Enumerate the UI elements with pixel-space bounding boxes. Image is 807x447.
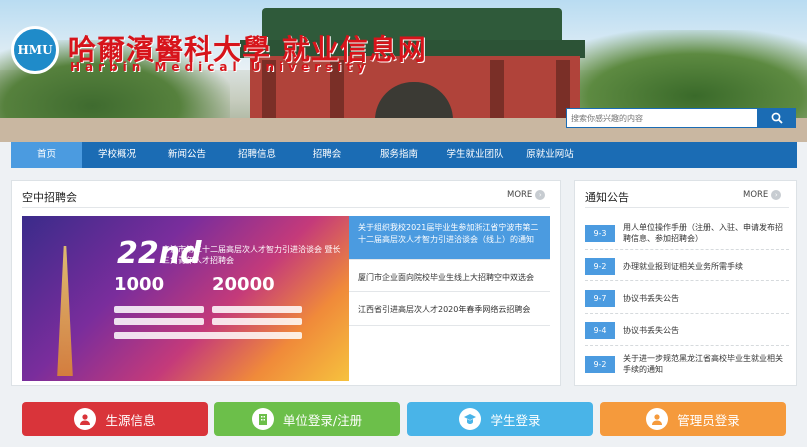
search-button[interactable] [758, 108, 796, 128]
notice-text: 协议书丢失公告 [623, 294, 679, 303]
list-item[interactable]: 江西省引进高层次人才2020年春季网络云招聘会 [349, 292, 550, 326]
divider [585, 345, 789, 346]
job-fair-list: 关于组织我校2021届毕业生参加浙江省宁波市第二十二届高层次人才智力引进洽谈会（… [349, 216, 550, 326]
poster-banner-strip [114, 318, 204, 325]
notice-text: 用人单位操作手册（注册、入驻、申请发布招聘信息、参加招聘会） [623, 223, 783, 243]
more-label: MORE [507, 190, 533, 200]
notice-item[interactable]: 9-3 用人单位操作手册（注册、入驻、申请发布招聘信息、参加招聘会） [585, 222, 789, 244]
list-item[interactable]: 关于组织我校2021届毕业生参加浙江省宁波市第二十二届高层次人才智力引进洽谈会（… [349, 216, 550, 260]
chevron-right-icon: › [535, 190, 546, 200]
job-fair-poster[interactable]: 22nd 宁波市第二十二届高层次人才智力引进洽谈会 暨长三角青年人才招聘会 10… [22, 216, 349, 381]
notice-item[interactable]: 9-2 关于进一步规范黑龙江省高校毕业生就业相关手续的通知 [585, 353, 789, 375]
site-title-en: Harbin Medical University [70, 60, 370, 74]
student-login-button[interactable]: 学生登录 [407, 402, 593, 436]
divider [585, 249, 789, 250]
job-fair-more-link[interactable]: MORE › [507, 190, 546, 200]
admin-login-button[interactable]: 管理员登录 [600, 402, 786, 436]
notice-date: 9-3 [585, 224, 615, 242]
list-item[interactable]: 厦门市企业面向院校毕业生线上大招聘空中双选会 [349, 260, 550, 292]
notice-more-link[interactable]: MORE › [743, 190, 782, 200]
nav-item-team[interactable]: 学生就业团队 [436, 142, 514, 168]
graduate-icon [459, 408, 482, 430]
button-label: 单位登录/注册 [282, 412, 363, 428]
nav-item-old-site[interactable]: 原就业网站 [514, 142, 586, 168]
notice-date: 9-2 [585, 355, 615, 373]
poster-banner-strip [114, 332, 302, 339]
nav-item-service-guide[interactable]: 服务指南 [362, 142, 436, 168]
poster-stat-1: 1000 [114, 274, 165, 295]
notice-date: 9-2 [585, 258, 615, 275]
button-label: 管理员登录 [677, 412, 740, 428]
logo-text: HMU [17, 43, 53, 57]
divider [585, 280, 789, 281]
notice-date: 9-4 [585, 322, 615, 339]
notice-text: 协议书丢失公告 [623, 326, 679, 335]
search-icon [771, 112, 783, 124]
poster-banner-strip [212, 306, 302, 313]
poster-banner-strip [212, 318, 302, 325]
user-icon [74, 408, 97, 430]
button-label: 生源信息 [105, 412, 156, 428]
divider [585, 313, 789, 314]
nav-item-home[interactable]: 首页 [11, 142, 82, 168]
nav-item-news[interactable]: 新闻公告 [152, 142, 222, 168]
search-bar [566, 108, 796, 128]
more-label: MORE [743, 190, 769, 200]
source-info-button[interactable]: 生源信息 [22, 402, 208, 436]
notice-item[interactable]: 9-7 协议书丢失公告 [585, 290, 789, 307]
employer-login-button[interactable]: 单位登录/注册 [214, 402, 400, 436]
search-input[interactable] [566, 108, 758, 128]
divider [585, 207, 789, 208]
poster-tower-graphic [57, 246, 73, 376]
poster-subtitle: 宁波市第二十二届高层次人才智力引进洽谈会 暨长三角青年人才招聘会 [162, 245, 341, 265]
nav-item-job-fair[interactable]: 招聘会 [292, 142, 362, 168]
building-icon [251, 408, 274, 430]
admin-icon [646, 408, 669, 430]
notice-text: 办理就业报到证相关业务所需手续 [623, 262, 743, 271]
notice-text: 关于进一步规范黑龙江省高校毕业生就业相关手续的通知 [623, 354, 783, 374]
button-label: 学生登录 [490, 412, 541, 428]
divider [22, 207, 550, 208]
main-nav: 首页 学校概况 新闻公告 招聘信息 招聘会 服务指南 学生就业团队 原就业网站 [11, 142, 797, 168]
university-logo[interactable]: HMU [11, 26, 59, 74]
notice-item[interactable]: 9-4 协议书丢失公告 [585, 322, 789, 339]
poster-stat-2: 20000 [212, 274, 275, 295]
poster-banner-strip [114, 306, 204, 313]
notice-title: 通知公告 [585, 191, 629, 204]
nav-item-jobs[interactable]: 招聘信息 [222, 142, 292, 168]
header-banner: HMU 哈爾濱醫科大學 就业信息网 Harbin Medical Univers… [0, 0, 807, 142]
job-fair-title: 空中招聘会 [22, 191, 77, 204]
notice-item[interactable]: 9-2 办理就业报到证相关业务所需手续 [585, 258, 789, 275]
notice-date: 9-7 [585, 290, 615, 307]
nav-item-about[interactable]: 学校概况 [82, 142, 152, 168]
chevron-right-icon: › [771, 190, 782, 200]
